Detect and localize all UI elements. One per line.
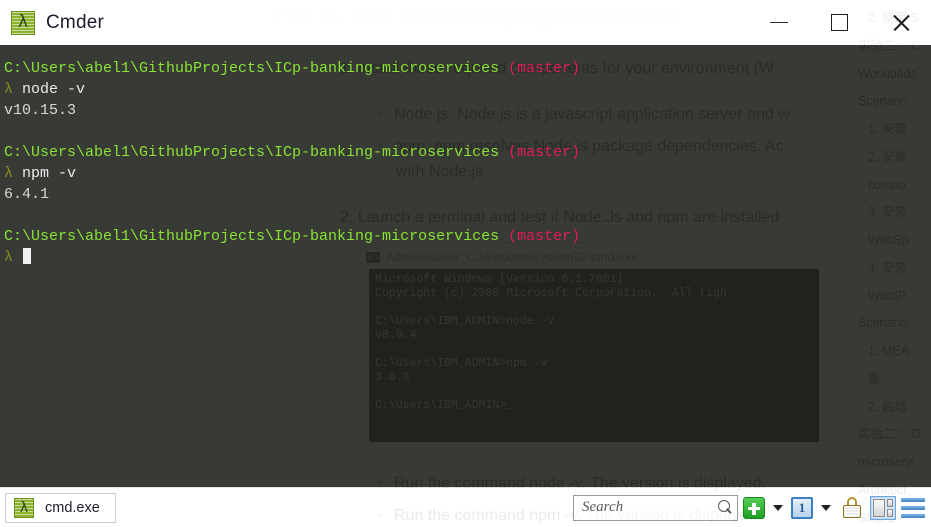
maximize-icon: [831, 14, 848, 31]
new-console-button[interactable]: [743, 496, 765, 519]
lambda-icon: λ: [11, 10, 35, 35]
terminal-line-9: λ: [4, 247, 931, 268]
lambda-icon: λ: [14, 497, 34, 518]
terminal-line-6: 6.4.1: [4, 184, 931, 205]
terminal-output[interactable]: C:\Users\abel1\GithubProjects\ICp-bankin…: [0, 45, 931, 487]
git-branch: (master): [508, 228, 581, 245]
terminal-line-2: v10.15.3: [4, 100, 931, 121]
window-title: Cmder: [46, 11, 105, 33]
prompt-path: C:\Users\abel1\GithubProjects\ICp-bankin…: [4, 144, 500, 161]
minimize-button[interactable]: [748, 0, 809, 45]
search-icon[interactable]: [717, 500, 732, 515]
prompt-lambda: λ: [4, 249, 23, 266]
pane-main: [873, 498, 885, 517]
command-text: npm -v: [22, 165, 77, 182]
prompt-lambda: λ: [4, 81, 23, 98]
cmder-window: λ Cmder C:\Users\abel1\GithubProjects\IC…: [0, 0, 931, 527]
command-output: v10.15.3: [4, 102, 77, 119]
close-button[interactable]: [870, 0, 931, 45]
close-icon: [891, 13, 911, 33]
terminal-line-5: λ npm -v: [4, 163, 931, 184]
prompt-path: C:\Users\abel1\GithubProjects\ICp-bankin…: [4, 60, 500, 77]
status-bar-controls: Search 1: [573, 494, 931, 521]
pane-bottom: [886, 508, 893, 517]
search-box[interactable]: Search: [573, 494, 738, 521]
window-split-icon[interactable]: [870, 495, 896, 520]
menu-bar-2: [901, 505, 925, 510]
terminal-line-0: C:\Users\abel1\GithubProjects\ICp-bankin…: [4, 58, 931, 79]
text-cursor: [23, 248, 32, 264]
prompt-lambda: λ: [4, 165, 23, 182]
git-branch: (master): [508, 60, 581, 77]
maximize-button[interactable]: [809, 0, 870, 45]
terminal-line-4: C:\Users\abel1\GithubProjects\ICp-bankin…: [4, 142, 931, 163]
git-branch: (master): [508, 144, 581, 161]
window-titlebar[interactable]: λ Cmder: [0, 0, 931, 45]
pane-column: [886, 498, 893, 517]
active-console-count[interactable]: 1: [791, 496, 813, 519]
tab-label: cmd.exe: [45, 499, 100, 516]
window-controls: [748, 0, 931, 45]
terminal-line-8: C:\Users\abel1\GithubProjects\ICp-bankin…: [4, 226, 931, 247]
hamburger-menu-icon[interactable]: [901, 497, 925, 518]
menu-bar-1: [901, 497, 925, 502]
terminal-line-1: λ node -v: [4, 79, 931, 100]
console-list-dropdown-chevron-down-icon[interactable]: [821, 504, 831, 511]
search-input[interactable]: Search: [582, 499, 717, 516]
prompt-path: C:\Users\abel1\GithubProjects\ICp-bankin…: [4, 228, 500, 245]
minimize-icon: [769, 21, 788, 24]
pane-top: [886, 498, 893, 507]
lock-icon[interactable]: [842, 496, 862, 519]
terminal-line-3: [4, 121, 931, 142]
tab-cmd-exe[interactable]: λ cmd.exe: [5, 492, 116, 523]
titlebar-left: λ Cmder: [0, 10, 105, 35]
menu-bar-3: [901, 513, 925, 518]
status-bar: λ cmd.exe Search 1: [0, 487, 931, 527]
terminal-line-7: [4, 205, 931, 226]
new-console-dropdown-chevron-down-icon[interactable]: [773, 504, 783, 511]
command-text: node -v: [22, 81, 86, 98]
lock-body: [843, 504, 861, 518]
command-output: 6.4.1: [4, 186, 50, 203]
tab-strip: λ cmd.exe: [0, 492, 116, 523]
